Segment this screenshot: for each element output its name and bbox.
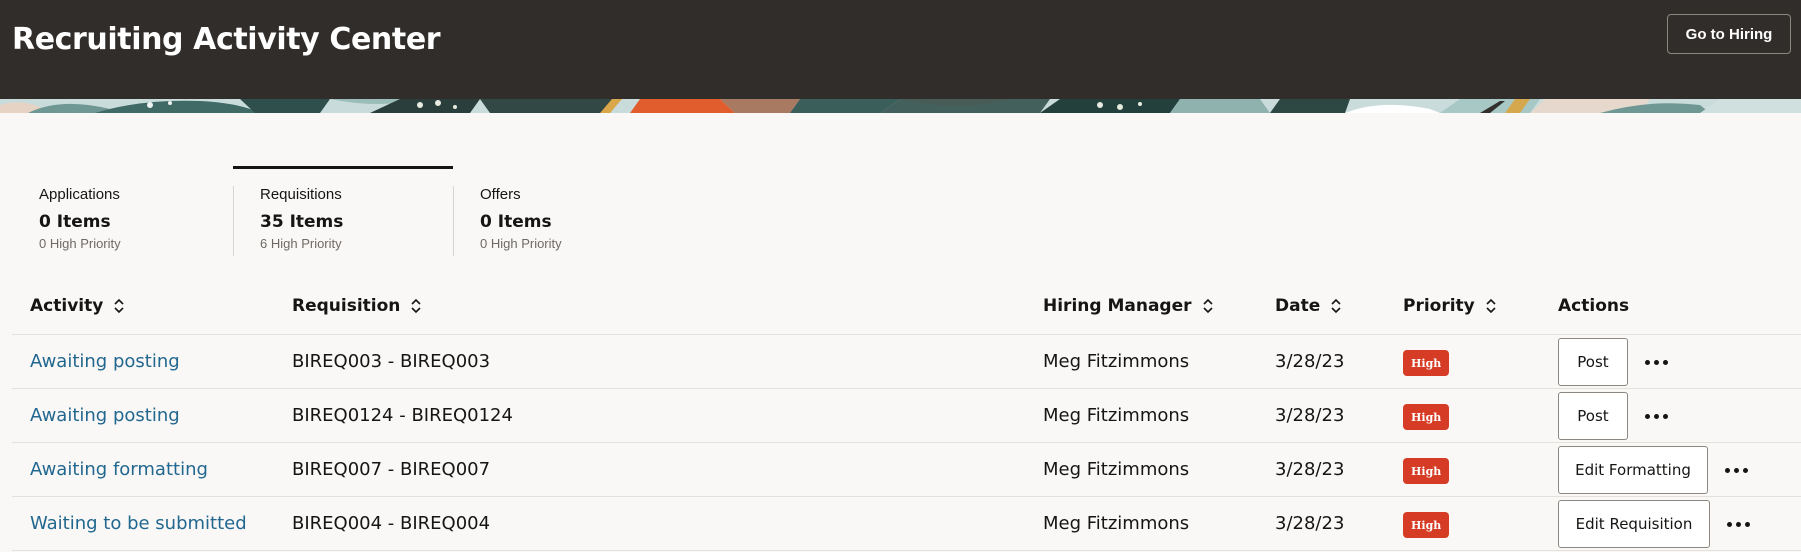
column-header-priority[interactable]: Priority — [1403, 296, 1497, 316]
column-header-activity[interactable]: Activity — [30, 296, 125, 316]
table-header: Activity Requisition Hiring Manager Date… — [12, 280, 1801, 335]
column-label: Date — [1275, 296, 1321, 316]
column-label: Hiring Manager — [1043, 296, 1192, 316]
priority-badge: High — [1403, 512, 1450, 538]
activity-link[interactable]: Awaiting posting — [30, 405, 180, 426]
more-actions-icon[interactable] — [1721, 511, 1755, 537]
post-button[interactable]: Post — [1558, 392, 1628, 440]
edit-formatting-button[interactable]: Edit Formatting — [1558, 446, 1708, 494]
hiring-manager-cell: Meg Fitzimmons — [1043, 459, 1190, 480]
sort-arrows-icon[interactable] — [113, 298, 125, 314]
more-actions-icon[interactable] — [1639, 403, 1673, 429]
sort-arrows-icon[interactable] — [1202, 298, 1214, 314]
activity-link[interactable]: Awaiting posting — [30, 351, 180, 372]
column-label: Actions — [1558, 296, 1630, 316]
activity-link[interactable]: Awaiting formatting — [30, 459, 208, 480]
table-row: Awaiting formatting BIREQ007 - BIREQ007 … — [12, 443, 1801, 497]
requisition-cell: BIREQ0124 - BIREQ0124 — [292, 405, 513, 426]
requisition-cell: BIREQ003 - BIREQ003 — [292, 351, 491, 372]
more-actions-icon[interactable] — [1719, 457, 1753, 483]
date-cell: 3/28/23 — [1275, 513, 1345, 534]
tab-label: Offers — [480, 186, 521, 203]
sort-arrows-icon[interactable] — [1330, 298, 1342, 314]
requisition-cell: BIREQ004 - BIREQ004 — [292, 513, 491, 534]
column-label: Requisition — [292, 296, 401, 316]
date-cell: 3/28/23 — [1275, 405, 1345, 426]
tab-item-count: 0 Items — [39, 212, 111, 232]
tab-high-priority-count: 0 High Priority — [480, 236, 562, 251]
post-button[interactable]: Post — [1558, 338, 1628, 386]
tab-item-count: 0 Items — [480, 212, 552, 232]
edit-requisition-button[interactable]: Edit Requisition — [1558, 500, 1710, 548]
tab-item-count: 35 Items — [260, 212, 344, 232]
tab-requisitions[interactable]: Requisitions 35 Items 6 High Priority — [233, 166, 453, 256]
date-cell: 3/28/23 — [1275, 459, 1345, 480]
priority-badge: High — [1403, 458, 1450, 484]
tab-high-priority-count: 0 High Priority — [39, 236, 121, 251]
column-label: Activity — [30, 296, 104, 316]
more-actions-icon[interactable] — [1639, 349, 1673, 375]
priority-badge: High — [1403, 404, 1450, 430]
priority-badge: High — [1403, 350, 1450, 376]
tab-offers[interactable]: Offers 0 Items 0 High Priority — [453, 166, 673, 256]
category-tabs: Applications 0 Items 0 High Priority Req… — [0, 166, 1801, 258]
column-header-hiring-manager[interactable]: Hiring Manager — [1043, 296, 1214, 316]
sort-arrows-icon[interactable] — [410, 298, 422, 314]
go-to-hiring-button[interactable]: Go to Hiring — [1667, 14, 1791, 54]
sort-arrows-icon[interactable] — [1485, 298, 1497, 314]
column-header-actions: Actions — [1558, 296, 1629, 316]
activity-link[interactable]: Waiting to be submitted — [30, 513, 247, 534]
tab-applications[interactable]: Applications 0 Items 0 High Priority — [24, 166, 232, 256]
table-row: Waiting to be submitted BIREQ004 - BIREQ… — [12, 497, 1801, 551]
table-row: Awaiting posting BIREQ003 - BIREQ003 Meg… — [12, 335, 1801, 389]
tab-label: Applications — [39, 186, 120, 203]
hiring-manager-cell: Meg Fitzimmons — [1043, 405, 1190, 426]
hiring-manager-cell: Meg Fitzimmons — [1043, 513, 1190, 534]
page-header: Recruiting Activity Center Go to Hiring — [0, 0, 1801, 99]
column-header-date[interactable]: Date — [1275, 296, 1342, 316]
page-title: Recruiting Activity Center — [12, 22, 441, 57]
tab-high-priority-count: 6 High Priority — [260, 236, 342, 251]
tab-label: Requisitions — [260, 186, 342, 203]
requisition-cell: BIREQ007 - BIREQ007 — [292, 459, 491, 480]
table-row: Awaiting posting BIREQ0124 - BIREQ0124 M… — [12, 389, 1801, 443]
date-cell: 3/28/23 — [1275, 351, 1345, 372]
hiring-manager-cell: Meg Fitzimmons — [1043, 351, 1190, 372]
decorative-banner — [0, 99, 1801, 113]
column-header-requisition[interactable]: Requisition — [292, 296, 422, 316]
column-label: Priority — [1403, 296, 1475, 316]
